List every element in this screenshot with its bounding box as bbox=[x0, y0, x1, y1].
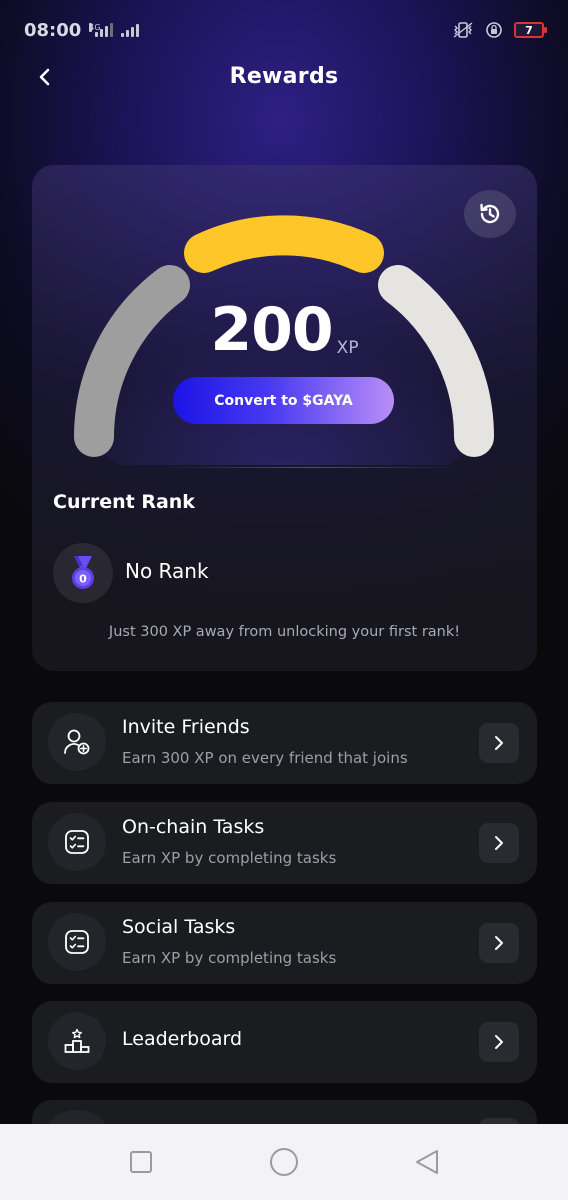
rank-badge-number: 0 bbox=[79, 573, 87, 586]
convert-button[interactable]: Convert to $GAYA bbox=[173, 377, 394, 424]
chevron-right-icon bbox=[495, 936, 503, 950]
chevron-right-icon bbox=[495, 836, 503, 850]
task-onchain-tasks[interactable]: On-chain Tasks Earn XP by completing tas… bbox=[32, 802, 537, 884]
add-user-icon bbox=[64, 729, 90, 755]
checklist-icon bbox=[65, 830, 89, 854]
system-navigation-bar bbox=[0, 1124, 568, 1200]
card-divider bbox=[162, 467, 462, 468]
task-subtitle: Earn 300 XP on every friend that joins bbox=[122, 749, 408, 767]
history-icon bbox=[480, 203, 500, 224]
chevron-right-icon bbox=[495, 1035, 503, 1049]
current-rank-label: Current Rank bbox=[53, 491, 195, 513]
xp-rank-card: 200 XP Convert to $GAYA Current Rank 0 N… bbox=[32, 165, 537, 671]
status-right: 7 bbox=[452, 20, 547, 40]
task-title: On-chain Tasks bbox=[122, 816, 265, 838]
page-title: Rewards bbox=[229, 63, 339, 89]
status-left: 08:00 4G bbox=[24, 19, 140, 41]
back-nav-button[interactable] bbox=[407, 1142, 447, 1182]
xp-value: 200 bbox=[210, 295, 333, 365]
square-icon bbox=[130, 1151, 153, 1173]
chevron-right-icon bbox=[495, 736, 503, 750]
battery-icon: 7 bbox=[514, 22, 547, 38]
podium-icon bbox=[64, 1028, 90, 1053]
xp-display: 200 XP bbox=[32, 300, 537, 360]
status-time: 08:00 bbox=[24, 19, 82, 41]
rotation-lock-icon bbox=[486, 22, 502, 38]
vibrate-icon bbox=[453, 22, 473, 38]
history-button[interactable] bbox=[464, 190, 516, 238]
task-social-tasks[interactable]: Social Tasks Earn XP by completing tasks bbox=[32, 902, 537, 984]
rank-hint: Just 300 XP away from unlocking your fir… bbox=[108, 624, 461, 640]
circle-icon bbox=[269, 1148, 298, 1176]
task-arrow-button[interactable] bbox=[479, 723, 519, 763]
gauge-segment-yellow bbox=[184, 215, 384, 273]
header: Rewards bbox=[0, 52, 568, 100]
task-arrow-button[interactable] bbox=[479, 823, 519, 863]
task-title: Invite Friends bbox=[122, 716, 250, 738]
task-title: Leaderboard bbox=[122, 1028, 243, 1050]
home-button[interactable] bbox=[264, 1142, 304, 1182]
task-title: Social Tasks bbox=[122, 916, 236, 938]
task-subtitle: Earn XP by completing tasks bbox=[122, 949, 337, 967]
status-bar: 08:00 4G 7 bbox=[0, 0, 568, 60]
task-icon-circle bbox=[48, 913, 106, 971]
rank-badge: 0 bbox=[53, 543, 113, 603]
mobile-signal-icon: 4G bbox=[89, 23, 114, 37]
recent-apps-button[interactable] bbox=[121, 1142, 161, 1182]
task-subtitle: Earn XP by completing tasks bbox=[122, 849, 337, 867]
wifi-signal-icon bbox=[121, 23, 140, 37]
task-invite-friends[interactable]: Invite Friends Earn 300 XP on every frie… bbox=[32, 702, 537, 784]
back-button[interactable] bbox=[30, 62, 60, 92]
network-type: 4G bbox=[89, 23, 101, 32]
task-arrow-button[interactable] bbox=[479, 923, 519, 963]
triangle-back-icon bbox=[415, 1150, 438, 1174]
task-icon-circle bbox=[48, 813, 106, 871]
task-icon-circle bbox=[48, 1012, 106, 1070]
task-arrow-button[interactable] bbox=[479, 1022, 519, 1062]
xp-unit: XP bbox=[336, 338, 359, 358]
medal-icon: 0 bbox=[72, 556, 94, 589]
rank-name: No Rank bbox=[125, 559, 209, 583]
chevron-left-icon bbox=[39, 68, 50, 86]
checklist-icon bbox=[65, 930, 89, 954]
task-leaderboard[interactable]: Leaderboard bbox=[32, 1001, 537, 1083]
task-icon-circle bbox=[48, 713, 106, 771]
